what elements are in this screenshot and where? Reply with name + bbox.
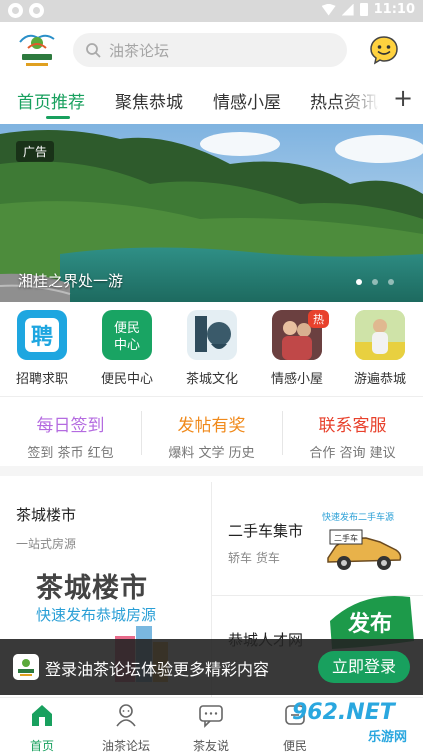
grid-item-recruit[interactable]: 聘 招聘求职 [0, 310, 84, 387]
recruit-icon: 聘 [17, 310, 67, 360]
carousel-dot [372, 279, 378, 285]
category-tabs: 首页推荐 聚焦恭城 情感小屋 热点资讯 + [0, 80, 423, 124]
carousel-indicator [356, 279, 394, 285]
tab-emotion[interactable]: 情感小屋 [213, 88, 281, 113]
active-tab-indicator [46, 116, 70, 119]
service-center-icon: 便民 中心 [102, 310, 152, 360]
banner-carousel[interactable]: 广告 湘桂之界处一游 [0, 124, 423, 302]
watermark-brand: 962.NET [292, 700, 395, 725]
travel-photo-icon [355, 310, 405, 360]
ad-tag: 广告 [16, 141, 55, 162]
svg-text:便民: 便民 [114, 321, 140, 336]
wifi-icon [321, 3, 336, 16]
housing-promo-title: 茶城楼市 [36, 573, 148, 604]
battery-icon [359, 3, 368, 16]
card-used-cars[interactable]: 二手车集市 轿车 货车 快速发布二手车源 二手车 [212, 482, 423, 596]
login-prompt-bar: 登录油茶论坛体验更多精彩内容 立即登录 [0, 639, 423, 695]
add-tab-icon[interactable]: + [393, 84, 413, 112]
app-header: 油茶论坛 [0, 22, 423, 76]
grid-item-tea-culture[interactable]: 茶城文化 [170, 310, 254, 387]
nav-forum[interactable]: 油茶论坛 [86, 702, 166, 752]
status-bar: 11:10 [0, 0, 423, 22]
feature-grid: 聘 招聘求职 便民 中心 便民中心 茶城文化 情感小屋 热 游遍恭城 [0, 306, 423, 394]
svg-text:中心: 中心 [114, 338, 140, 353]
signal-icon [341, 3, 354, 16]
nav-home[interactable]: 首页 [2, 702, 82, 752]
status-time: 11:10 [373, 2, 415, 17]
search-icon [86, 43, 101, 58]
grid-item-travel[interactable]: 游遍恭城 [338, 310, 422, 387]
quick-links: 每日签到 签到 茶币 红包 发帖有奖 爆料 文学 历史 联系客服 合作 咨询 建… [0, 396, 423, 466]
notification-icon [29, 3, 44, 18]
notification-icon [8, 3, 23, 18]
svg-text:发布: 发布 [347, 611, 392, 637]
chat-icon [199, 705, 223, 728]
svg-text:聘: 聘 [31, 325, 53, 350]
app-logo-small [13, 654, 39, 680]
quick-link-support[interactable]: 联系客服 合作 咨询 建议 [282, 411, 423, 461]
banner-caption: 湘桂之界处一游 [18, 272, 124, 290]
quick-link-post-reward[interactable]: 发帖有奖 爆料 文学 历史 [141, 411, 282, 461]
home-icon [32, 705, 52, 726]
chat-smiley-icon[interactable] [369, 35, 399, 65]
watermark-sub: 乐游网 [368, 730, 408, 745]
hot-badge: 热 [308, 310, 329, 328]
tab-focus-gongcheng[interactable]: 聚焦恭城 [115, 88, 183, 113]
nav-tea-friends[interactable]: 茶友说 [171, 702, 251, 752]
tea-culture-icon [187, 310, 237, 360]
app-logo[interactable] [16, 30, 58, 70]
carousel-dot [388, 279, 394, 285]
login-button[interactable]: 立即登录 [318, 651, 410, 683]
tab-home-recommend[interactable]: 首页推荐 [17, 88, 85, 113]
quick-link-checkin[interactable]: 每日签到 签到 茶币 红包 [0, 411, 141, 461]
forum-icon [116, 704, 136, 727]
search-placeholder: 油茶论坛 [109, 41, 170, 60]
section-divider [0, 466, 423, 476]
search-bar[interactable]: 油茶论坛 [73, 33, 347, 67]
carousel-dot [356, 279, 362, 285]
grid-item-service-center[interactable]: 便民 中心 便民中心 [85, 310, 169, 387]
svg-text:二手车: 二手车 [334, 533, 358, 543]
car-illustration: 二手车 [327, 529, 402, 570]
login-prompt-text: 登录油茶论坛体验更多精彩内容 [45, 660, 270, 679]
